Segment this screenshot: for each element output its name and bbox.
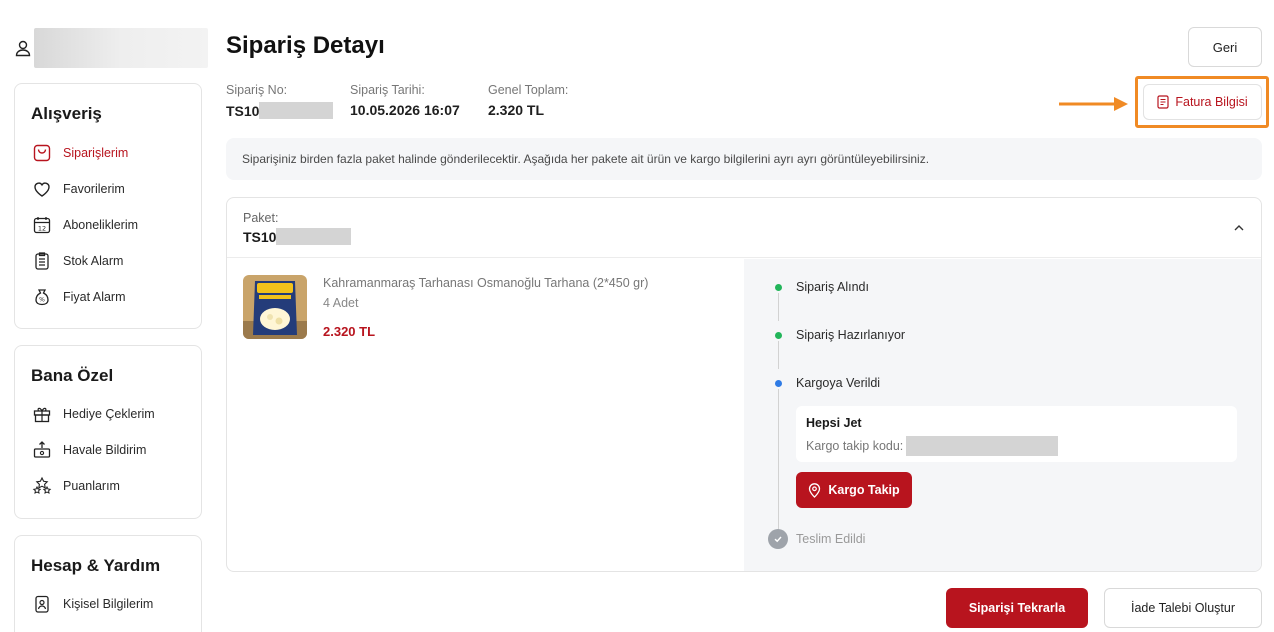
- timeline-dot-done: [775, 332, 782, 339]
- order-number: Sipariş No: TS10: [226, 83, 334, 119]
- timeline-connector: [778, 341, 779, 369]
- reorder-button[interactable]: Siparişi Tekrarla: [946, 588, 1088, 628]
- timeline-dot-done: [775, 284, 782, 291]
- sidebar-item-label: Hediye Çeklerim: [63, 407, 155, 421]
- timeline-step-received: Sipariş Alındı: [796, 280, 869, 294]
- user-icon: [14, 39, 32, 57]
- package-header[interactable]: Paket: TS10: [227, 198, 1261, 258]
- sidebar-item-personal-info[interactable]: Kişisel Bilgilerim: [31, 593, 153, 615]
- product-quantity: 4 Adet: [323, 296, 359, 310]
- order-date: Sipariş Tarihi: 10.05.2026 16:07: [350, 83, 460, 118]
- sidebar-item-label: Puanlarım: [63, 479, 120, 493]
- stars-icon: [31, 475, 53, 497]
- sidebar-item-favorites[interactable]: Favorilerim: [31, 178, 125, 200]
- heart-icon: [31, 178, 53, 200]
- shopping-menu-title: Alışveriş: [31, 104, 102, 123]
- sidebar-item-stock-alarm[interactable]: Stok Alarm: [31, 250, 123, 272]
- clipboard-icon: [31, 250, 53, 272]
- redacted-tracking-code: [906, 436, 1059, 456]
- user-header: [14, 28, 208, 68]
- cargo-track-button[interactable]: Kargo Takip: [796, 472, 912, 508]
- sidebar-item-label: Favorilerim: [63, 182, 125, 196]
- sidebar-item-subscriptions[interactable]: 12 Aboneliklerim: [31, 214, 138, 236]
- back-button[interactable]: Geri: [1188, 27, 1262, 67]
- redacted-package-id: [276, 228, 352, 245]
- price-tag-icon: %: [31, 286, 53, 308]
- sidebar-item-points[interactable]: Puanlarım: [31, 475, 120, 497]
- chevron-up-icon[interactable]: [1233, 222, 1245, 234]
- check-icon: [768, 529, 788, 549]
- order-number-label: Sipariş No:: [226, 83, 288, 97]
- shopping-menu-card: Alışveriş Siparişlerim Favorilerim 12 Ab…: [14, 83, 202, 329]
- sidebar-item-label: Havale Bildirim: [63, 443, 147, 457]
- sidebar-item-label: Siparişlerim: [63, 146, 129, 160]
- timeline-step-delivered: Teslim Edildi: [796, 532, 866, 546]
- sidebar-item-orders[interactable]: Siparişlerim: [31, 142, 128, 164]
- timeline-connector: [778, 293, 779, 321]
- cargo-info-card: Hepsi Jet Kargo takip kodu:: [796, 406, 1237, 462]
- sidebar-item-gift-cards[interactable]: Hediye Çeklerim: [31, 403, 155, 425]
- cargo-code-label: Kargo takip kodu:: [806, 439, 904, 453]
- multi-package-notice: Siparişiniz birden fazla paket halinde g…: [226, 138, 1262, 180]
- account-menu-card: Hesap & Yardım Kişisel Bilgilerim: [14, 535, 202, 632]
- shipment-timeline: Sipariş Alındı Sipariş Hazırlanıyor Karg…: [744, 259, 1261, 571]
- product-name[interactable]: Kahramanmaraş Tarhanası Osmanoğlu Tarhan…: [323, 276, 648, 290]
- special-menu-title: Bana Özel: [31, 366, 114, 385]
- order-date-value: 10.05.2026 16:07: [350, 102, 460, 118]
- sidebar-item-transfer-notice[interactable]: Havale Bildirim: [31, 439, 146, 461]
- product-image[interactable]: [243, 275, 307, 339]
- timeline-step-preparing: Sipariş Hazırlanıyor: [796, 328, 906, 342]
- special-menu-card: Bana Özel Hediye Çeklerim Havale Bildiri…: [14, 345, 202, 519]
- cargo-company: Hepsi Jet: [806, 416, 862, 430]
- timeline-step-shipped: Kargoya Verildi: [796, 376, 881, 390]
- account-menu-title: Hesap & Yardım: [31, 556, 161, 575]
- annotation-arrow: [1059, 97, 1128, 111]
- shopping-bag-icon: [31, 142, 53, 164]
- transfer-icon: [31, 439, 53, 461]
- invoice-info-label: Fatura Bilgisi: [1175, 95, 1248, 109]
- sidebar-item-price-alarm[interactable]: % Fiyat Alarm: [31, 286, 126, 308]
- svg-text:12: 12: [38, 225, 46, 233]
- sidebar-item-label: Aboneliklerim: [63, 218, 139, 232]
- calendar-icon: 12: [31, 214, 53, 236]
- id-card-icon: [31, 593, 53, 615]
- return-request-button[interactable]: İade Talebi Oluştur: [1104, 588, 1262, 628]
- timeline-dot-current: [775, 380, 782, 387]
- order-total-label: Genel Toplam:: [488, 83, 569, 97]
- redacted-user-name: [34, 28, 208, 68]
- location-pin-icon: [809, 482, 821, 498]
- order-date-label: Sipariş Tarihi:: [350, 83, 425, 97]
- cargo-track-label: Kargo Takip: [828, 483, 900, 497]
- page-title: Sipariş Detayı: [226, 32, 385, 59]
- invoice-info-button[interactable]: Fatura Bilgisi: [1143, 84, 1262, 120]
- order-number-value: TS10: [226, 102, 260, 119]
- svg-text:%: %: [39, 297, 45, 304]
- order-total-value: 2.320 TL: [488, 102, 545, 118]
- document-icon: [1157, 95, 1169, 109]
- gift-icon: [31, 403, 53, 425]
- package-id: TS10: [243, 228, 277, 245]
- package-card: Paket: TS10 Kahramanmaraş Tarhanası Osma…: [226, 197, 1262, 572]
- package-label: Paket:: [243, 211, 279, 225]
- redacted-order-number: [259, 102, 334, 119]
- product-price: 2.320 TL: [323, 324, 376, 339]
- sidebar-item-label: Fiyat Alarm: [63, 290, 126, 304]
- sidebar-item-label: Kişisel Bilgilerim: [63, 597, 154, 611]
- sidebar-item-label: Stok Alarm: [63, 254, 124, 268]
- timeline-connector: [778, 389, 779, 531]
- order-total: Genel Toplam: 2.320 TL: [488, 83, 568, 118]
